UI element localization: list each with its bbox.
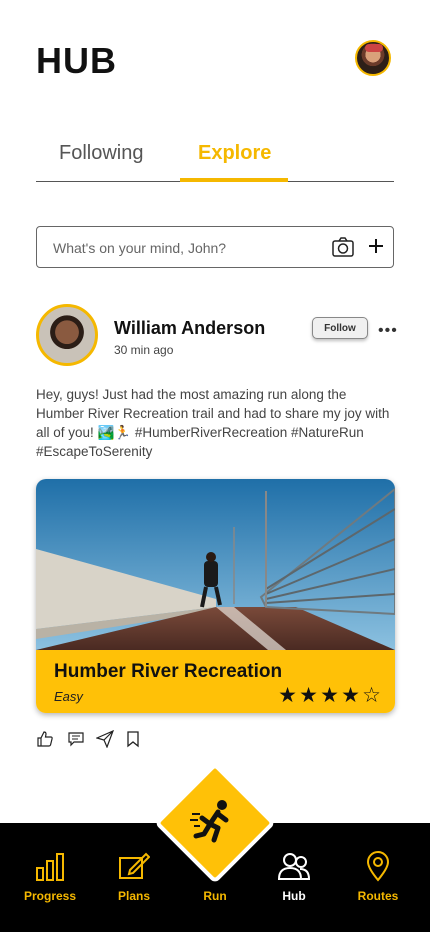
share-icon[interactable]	[96, 730, 114, 748]
comment-icon[interactable]	[67, 730, 85, 748]
plus-icon[interactable]	[365, 235, 387, 257]
star-filled-icon: ★	[299, 684, 318, 707]
route-difficulty: Easy	[54, 689, 83, 704]
users-icon	[278, 853, 310, 880]
route-info: Humber River Recreation Easy ★ ★ ★ ★ ☆	[36, 650, 395, 713]
nav-label-progress: Progress	[23, 889, 77, 903]
edit-icon	[119, 852, 150, 879]
tab-following[interactable]: Following	[59, 142, 143, 165]
nav-label-routes: Routes	[357, 889, 399, 903]
user-avatar[interactable]	[355, 40, 391, 76]
runner-icon[interactable]	[188, 796, 242, 850]
nav-label-run: Run	[203, 889, 227, 903]
post-body: Hey, guys! Just had the most amazing run…	[36, 387, 390, 459]
map-pin-icon	[366, 851, 390, 882]
star-filled-icon: ★	[320, 684, 339, 707]
star-filled-icon: ★	[341, 684, 360, 707]
post-author-avatar[interactable]	[36, 304, 98, 366]
post-timestamp: 30 min ago	[114, 343, 174, 357]
star-empty-icon: ☆	[362, 684, 381, 707]
route-name: Humber River Recreation	[54, 661, 283, 682]
page-title: HUB	[36, 40, 117, 81]
route-rating: ★ ★ ★ ★ ☆	[277, 683, 382, 708]
follow-button[interactable]: Follow	[312, 317, 368, 339]
tab-explore[interactable]: Explore	[198, 142, 271, 165]
composer-input[interactable]	[53, 237, 313, 259]
nav-label-hub: Hub	[282, 889, 306, 903]
nav-label-plans: Plans	[117, 889, 150, 903]
route-card[interactable]: Humber River Recreation Easy ★ ★ ★ ★ ☆	[36, 479, 395, 713]
camera-icon[interactable]	[332, 237, 354, 257]
bookmark-icon[interactable]	[124, 730, 142, 748]
route-photo	[36, 479, 395, 650]
bar-chart-icon	[36, 853, 64, 881]
more-options-icon[interactable]: •••	[378, 322, 398, 340]
feed-tabs: Following Explore	[36, 130, 394, 182]
post-author-name[interactable]: William Anderson	[114, 318, 265, 339]
post-composer	[36, 226, 394, 268]
star-filled-icon: ★	[278, 684, 297, 707]
active-tab-indicator	[180, 178, 288, 182]
like-icon[interactable]	[36, 730, 54, 748]
